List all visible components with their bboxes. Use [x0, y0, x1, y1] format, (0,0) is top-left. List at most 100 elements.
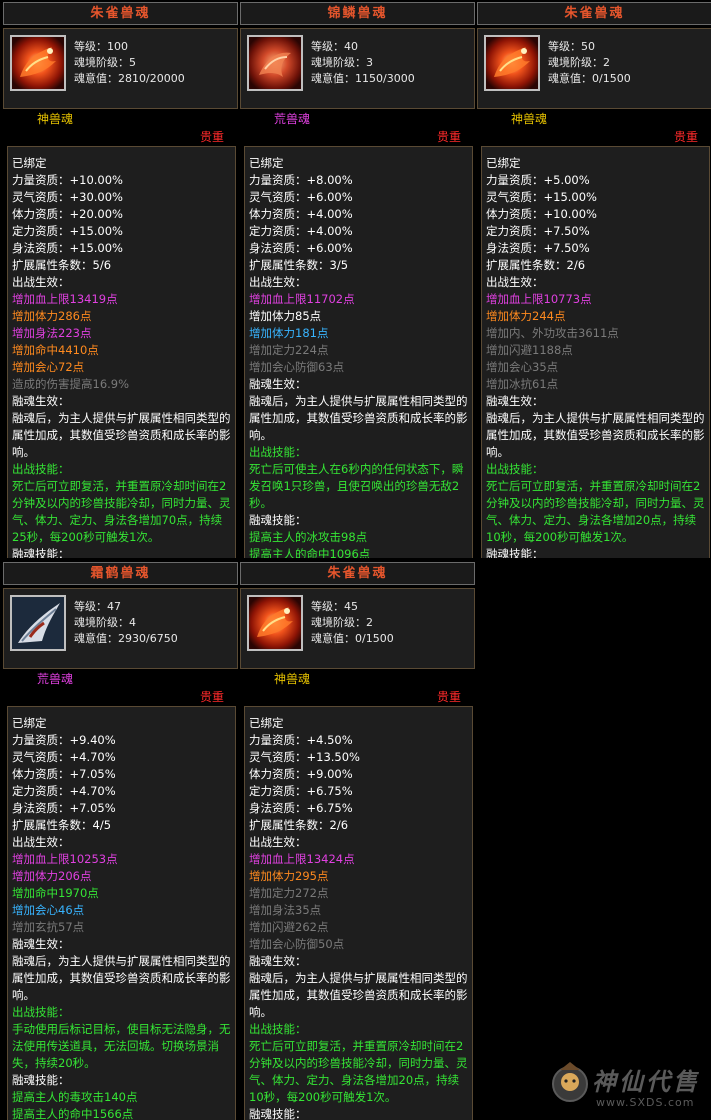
- level-label: 等级：: [311, 40, 344, 53]
- con-value: +9.00%: [306, 767, 353, 781]
- agi-value: +7.05%: [69, 801, 116, 815]
- ext-value: 2/6: [566, 258, 586, 272]
- battle-skill-heading: 出战技能：: [249, 1022, 307, 1036]
- effects-list: 增加血上限11702点 增加体力85点 增加体力181点 增加定力224点 增加会心防御…: [245, 291, 472, 376]
- battle-effect-line: 增加会心35点: [486, 360, 559, 374]
- spi-label: 灵气资质：: [12, 750, 70, 764]
- bound-status: 已绑定: [249, 156, 284, 170]
- spi-value: +4.70%: [69, 750, 116, 764]
- level-label: 等级：: [74, 40, 107, 53]
- tier-label: 魂境阶级：: [311, 616, 366, 629]
- spi-label: 灵气资质：: [249, 750, 307, 764]
- battle-effect-line: 增加血上限13424点: [249, 852, 355, 866]
- str-label: 力量资质：: [249, 173, 307, 187]
- battle-skill-text: 手动使用后标记目标，使目标无法隐身，无法使用传送道具，无法回城。切换场景消失，持…: [12, 1022, 231, 1070]
- con-label: 体力资质：: [249, 207, 307, 221]
- bound-status: 已绑定: [12, 156, 47, 170]
- frost-crane-icon[interactable]: [10, 595, 66, 651]
- will-value: 1150/3000: [355, 72, 415, 85]
- battle-effect-line: 增加命中1970点: [12, 886, 99, 900]
- rare-badge: 贵重: [673, 130, 698, 144]
- will-label: 魂意值：: [74, 632, 118, 645]
- brocade-scale-icon[interactable]: [247, 35, 303, 91]
- soul-kind: 神兽魂: [511, 112, 548, 126]
- ext-value: 4/5: [92, 818, 112, 832]
- fusion-description: 融魂后，为主人提供与扩展属性相同类型的属性加成，其数值受珍兽资质和成长率的影响。: [12, 954, 231, 1002]
- card-title: 霜鹤兽魂: [3, 562, 238, 585]
- vermilion-bird-icon[interactable]: [247, 595, 303, 651]
- foc-label: 定力资质：: [486, 224, 544, 238]
- fusion-skill-heading: 融魂技能：: [249, 1107, 307, 1120]
- info-panel: 等级：45 魂境阶级：2 魂意值：0/1500: [240, 588, 475, 669]
- rare-badge: 贵重: [199, 130, 224, 144]
- effects-list: 增加血上限13424点 增加体力295点 增加定力272点 增加身法35点 增加闪避26…: [245, 851, 472, 953]
- agi-value: +6.75%: [306, 801, 353, 815]
- battle-effect-line: 增加定力224点: [249, 343, 329, 357]
- card-title: 锦鳞兽魂: [240, 2, 475, 25]
- battle-effect-line: 增加血上限11702点: [249, 292, 355, 306]
- battle-effect-line: 增加身法223点: [12, 326, 92, 340]
- battle-skill-text: 死亡后可立即复活，并重置原冷却时间在2分钟及以内的珍兽技能冷却，同时力量、灵气、…: [486, 479, 705, 544]
- con-label: 体力资质：: [12, 207, 70, 221]
- fusion-skill-line: 提高主人的命中1096点: [249, 547, 371, 558]
- fusion-skill-heading: 融魂技能：: [249, 513, 307, 527]
- bound-status: 已绑定: [12, 716, 47, 730]
- level-value: 50: [581, 40, 595, 53]
- foc-value: +7.50%: [543, 224, 590, 238]
- fusion-skill-line: 提高主人的毒攻击140点: [12, 1090, 138, 1104]
- stats-panel: 已绑定 力量资质：+8.00% 灵气资质：+6.00% 体力资质：+4.00% …: [244, 146, 473, 558]
- vermilion-bird-icon[interactable]: [10, 35, 66, 91]
- battle-effect-line: 增加内、外功攻击3611点: [486, 326, 619, 340]
- battle-effect-line: 增加闪避1188点: [486, 343, 573, 357]
- fusion-effect-heading: 融魂生效：: [12, 394, 70, 408]
- rare-badge: 贵重: [199, 690, 224, 704]
- level-value: 47: [107, 600, 121, 613]
- soul-card-2: 锦鳞兽魂 等级：40 魂境阶级：3 魂意值：1150/3000 荒兽魂 贵重 已…: [240, 2, 475, 558]
- info-panel: 等级：47 魂境阶级：4 魂意值：2930/6750: [3, 588, 238, 669]
- battle-skill-heading: 出战技能：: [249, 445, 307, 459]
- foc-value: +4.00%: [306, 224, 353, 238]
- level-value: 100: [107, 40, 128, 53]
- soul-card-4: 霜鹤兽魂 等级：47 魂境阶级：4 魂意值：2930/6750 荒兽魂 贵重 已…: [3, 562, 238, 1120]
- con-label: 体力资质：: [249, 767, 307, 781]
- battle-effect-heading: 出战生效：: [12, 275, 70, 289]
- will-value: 2810/20000: [118, 72, 185, 85]
- spi-value: +6.00%: [306, 190, 353, 204]
- stats-panel: 已绑定 力量资质：+4.50% 灵气资质：+13.50% 体力资质：+9.00%…: [244, 706, 473, 1120]
- soul-card-5: 朱雀兽魂 等级：45 魂境阶级：2 魂意值：0/1500 神兽魂 贵重 已绑定 …: [240, 562, 475, 1120]
- str-value: +9.40%: [69, 733, 116, 747]
- str-label: 力量资质：: [486, 173, 544, 187]
- soul-kind: 神兽魂: [37, 112, 74, 126]
- agi-label: 身法资质：: [12, 241, 70, 255]
- foc-value: +4.70%: [69, 784, 116, 798]
- vermilion-bird-icon[interactable]: [484, 35, 540, 91]
- battle-effect-line: 增加玄抗57点: [12, 920, 85, 934]
- fusion-skill-heading: 融魂技能：: [486, 547, 544, 558]
- battle-effect-line: 增加血上限10773点: [486, 292, 592, 306]
- fusion-description: 融魂后，为主人提供与扩展属性相同类型的属性加成，其数值受珍兽资质和成长率的影响。: [486, 411, 705, 459]
- ext-value: 2/6: [329, 818, 349, 832]
- fusion-effect-heading: 融魂生效：: [249, 954, 307, 968]
- battle-effect-line: 增加会心防御50点: [249, 937, 345, 951]
- foc-label: 定力资质：: [249, 224, 307, 238]
- fusion-description: 融魂后，为主人提供与扩展属性相同类型的属性加成，其数值受珍兽资质和成长率的影响。: [12, 411, 231, 459]
- tier-value: 2: [366, 616, 373, 629]
- will-label: 魂意值：: [311, 632, 355, 645]
- foc-label: 定力资质：: [12, 784, 70, 798]
- fusion-description: 融魂后，为主人提供与扩展属性相同类型的属性加成，其数值受珍兽资质和成长率的影响。: [249, 394, 468, 442]
- agi-value: +7.50%: [543, 241, 590, 255]
- str-value: +10.00%: [69, 173, 124, 187]
- battle-skill-text: 死亡后可使主人在6秒内的任何状态下，瞬发召唤1只珍兽，且使召唤出的珍兽无敌2秒。: [249, 462, 464, 510]
- effects-list: 增加血上限10773点 增加体力244点 增加内、外功攻击3611点 增加闪避1188…: [482, 291, 709, 393]
- will-label: 魂意值：: [74, 72, 118, 85]
- will-value: 2930/6750: [118, 632, 178, 645]
- con-label: 体力资质：: [486, 207, 544, 221]
- tier-label: 魂境阶级：: [311, 56, 366, 69]
- battle-skill-text: 死亡后可立即复活，并重置原冷却时间在2分钟及以内的珍兽技能冷却，同时力量、灵气、…: [249, 1039, 468, 1104]
- agi-label: 身法资质：: [12, 801, 70, 815]
- stats-panel: 已绑定 力量资质：+9.40% 灵气资质：+4.70% 体力资质：+7.05% …: [7, 706, 236, 1120]
- battle-effect-line: 增加冰抗61点: [486, 377, 559, 391]
- soul-kind: 荒兽魂: [37, 672, 74, 686]
- ext-label: 扩展属性条数：: [249, 258, 330, 272]
- fusion-skills-list: 提高主人的冰攻击98点 提高主人的命中1096点: [245, 529, 472, 558]
